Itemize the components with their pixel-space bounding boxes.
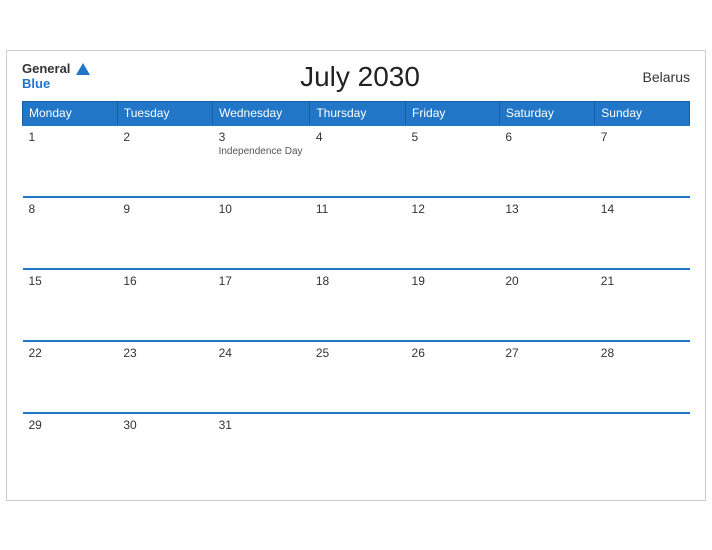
weekday-header-sunday: Sunday bbox=[595, 101, 690, 125]
calendar-thead: MondayTuesdayWednesdayThursdayFridaySatu… bbox=[23, 101, 690, 125]
calendar-cell: 19 bbox=[406, 269, 500, 341]
day-number: 15 bbox=[29, 274, 112, 288]
day-number: 4 bbox=[316, 130, 400, 144]
day-number: 2 bbox=[123, 130, 206, 144]
day-number: 30 bbox=[123, 418, 206, 432]
day-number: 25 bbox=[316, 346, 400, 360]
day-number: 27 bbox=[505, 346, 588, 360]
calendar-cell: 12 bbox=[406, 197, 500, 269]
day-number: 17 bbox=[219, 274, 304, 288]
calendar-cell: 26 bbox=[406, 341, 500, 413]
weekday-header-tuesday: Tuesday bbox=[117, 101, 212, 125]
calendar-cell: 13 bbox=[499, 197, 594, 269]
calendar-cell: 2 bbox=[117, 125, 212, 197]
calendar-cell: 7 bbox=[595, 125, 690, 197]
day-number: 14 bbox=[601, 202, 684, 216]
calendar-cell: 10 bbox=[213, 197, 310, 269]
day-number: 18 bbox=[316, 274, 400, 288]
calendar-cell: 30 bbox=[117, 413, 212, 485]
day-number: 19 bbox=[412, 274, 494, 288]
calendar-cell: 27 bbox=[499, 341, 594, 413]
weekday-header-saturday: Saturday bbox=[499, 101, 594, 125]
calendar-cell: 17 bbox=[213, 269, 310, 341]
calendar-cell: 15 bbox=[23, 269, 118, 341]
day-number: 8 bbox=[29, 202, 112, 216]
calendar-cell: 21 bbox=[595, 269, 690, 341]
calendar-grid: MondayTuesdayWednesdayThursdayFridaySatu… bbox=[22, 101, 690, 485]
calendar-cell bbox=[499, 413, 594, 485]
calendar-cell: 6 bbox=[499, 125, 594, 197]
day-number: 7 bbox=[601, 130, 684, 144]
day-number: 23 bbox=[123, 346, 206, 360]
day-number: 10 bbox=[219, 202, 304, 216]
week-row-4: 22 23 24 25 26 27 28 bbox=[23, 341, 690, 413]
day-number: 21 bbox=[601, 274, 684, 288]
day-number: 28 bbox=[601, 346, 684, 360]
calendar-cell: 20 bbox=[499, 269, 594, 341]
day-number: 5 bbox=[412, 130, 494, 144]
day-number: 24 bbox=[219, 346, 304, 360]
calendar-cell: 1 bbox=[23, 125, 118, 197]
calendar-cell: 5 bbox=[406, 125, 500, 197]
calendar-cell: 14 bbox=[595, 197, 690, 269]
calendar-cell: 25 bbox=[310, 341, 406, 413]
day-number: 26 bbox=[412, 346, 494, 360]
week-row-5: 29 30 31 bbox=[23, 413, 690, 485]
logo-triangle-icon bbox=[76, 63, 90, 75]
logo: General Blue bbox=[22, 62, 90, 91]
day-number: 29 bbox=[29, 418, 112, 432]
day-number: 6 bbox=[505, 130, 588, 144]
day-number: 13 bbox=[505, 202, 588, 216]
weekday-header-row: MondayTuesdayWednesdayThursdayFridaySatu… bbox=[23, 101, 690, 125]
day-number: 11 bbox=[316, 202, 400, 216]
day-number: 1 bbox=[29, 130, 112, 144]
calendar-cell: 29 bbox=[23, 413, 118, 485]
calendar-cell: 22 bbox=[23, 341, 118, 413]
calendar-cell: 8 bbox=[23, 197, 118, 269]
calendar-title: July 2030 bbox=[90, 61, 630, 93]
calendar-body: 123Independence Day456789101112131415161… bbox=[23, 125, 690, 485]
calendar-cell: 11 bbox=[310, 197, 406, 269]
calendar-cell: 16 bbox=[117, 269, 212, 341]
day-number: 12 bbox=[412, 202, 494, 216]
weekday-header-wednesday: Wednesday bbox=[213, 101, 310, 125]
calendar-cell: 18 bbox=[310, 269, 406, 341]
day-number: 9 bbox=[123, 202, 206, 216]
calendar-cell: 28 bbox=[595, 341, 690, 413]
weekday-header-friday: Friday bbox=[406, 101, 500, 125]
calendar-header: General Blue July 2030 Belarus bbox=[22, 61, 690, 93]
week-row-3: 15 16 17 18 19 20 21 bbox=[23, 269, 690, 341]
weekday-header-monday: Monday bbox=[23, 101, 118, 125]
day-number: 31 bbox=[219, 418, 304, 432]
calendar-cell: 3 Independence Day bbox=[213, 125, 310, 197]
calendar-cell: 24 bbox=[213, 341, 310, 413]
calendar-country: Belarus bbox=[630, 69, 690, 85]
logo-top: General bbox=[22, 62, 90, 76]
logo-blue-text: Blue bbox=[22, 76, 50, 91]
week-row-2: 89 10 11 12 13 14 bbox=[23, 197, 690, 269]
calendar-cell: 23 bbox=[117, 341, 212, 413]
day-number: 3 bbox=[219, 130, 304, 144]
calendar-cell bbox=[310, 413, 406, 485]
logo-general-text: General bbox=[22, 61, 70, 76]
day-number: 16 bbox=[123, 274, 206, 288]
calendar-cell: 4 bbox=[310, 125, 406, 197]
calendar-container: General Blue July 2030 Belarus MondayTue… bbox=[6, 50, 706, 501]
week-row-1: 123 Independence Day 4567 bbox=[23, 125, 690, 197]
calendar-cell: 9 bbox=[117, 197, 212, 269]
day-number: 22 bbox=[29, 346, 112, 360]
calendar-cell: 31 bbox=[213, 413, 310, 485]
calendar-cell bbox=[406, 413, 500, 485]
holiday-label: Independence Day bbox=[219, 146, 304, 157]
weekday-header-thursday: Thursday bbox=[310, 101, 406, 125]
calendar-cell bbox=[595, 413, 690, 485]
day-number: 20 bbox=[505, 274, 588, 288]
